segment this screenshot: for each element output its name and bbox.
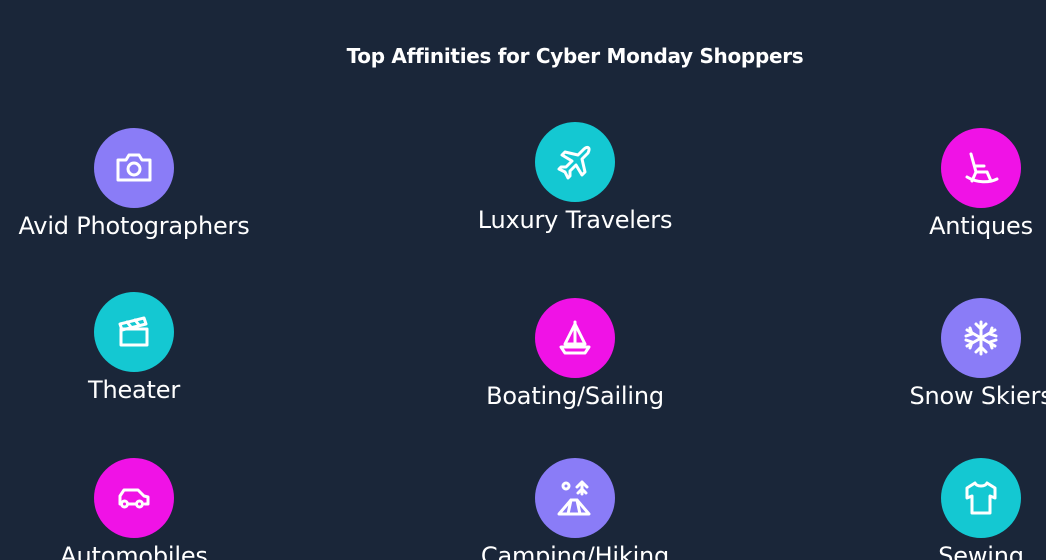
camera-icon bbox=[116, 153, 152, 182]
affinity-label: Avid Photographers bbox=[18, 212, 250, 240]
affinity-item-sewing: Sewing bbox=[841, 458, 1046, 560]
affinity-item-luxury-travelers: Luxury Travelers bbox=[435, 122, 715, 234]
affinity-label: Snow Skiers bbox=[909, 382, 1046, 410]
car-icon bbox=[118, 488, 150, 509]
affinity-item-camping-hiking: Camping/Hiking bbox=[435, 458, 715, 560]
affinity-label: Camping/Hiking bbox=[480, 542, 670, 560]
camera-icon-badge bbox=[94, 128, 174, 208]
affinity-label: Theater bbox=[88, 376, 180, 404]
affinity-item-avid-photographers: Avid Photographers bbox=[0, 128, 274, 240]
affinity-label: Luxury Travelers bbox=[477, 206, 673, 234]
tent-icon bbox=[557, 480, 591, 516]
affinity-label: Sewing bbox=[938, 542, 1024, 560]
affinity-item-theater: Theater bbox=[0, 292, 274, 404]
rocking-chair-icon bbox=[965, 152, 999, 184]
sailboat-icon-badge bbox=[535, 298, 615, 378]
tent-icon-badge bbox=[535, 458, 615, 538]
snowflake-icon-badge bbox=[941, 298, 1021, 378]
affinity-item-boating-sailing: Boating/Sailing bbox=[435, 298, 715, 410]
tshirt-icon bbox=[965, 481, 997, 515]
rocking-chair-icon-badge bbox=[941, 128, 1021, 208]
sailboat-icon bbox=[559, 320, 591, 355]
page-title: Top Affinities for Cyber Monday Shoppers bbox=[346, 44, 804, 68]
airplane-icon-badge bbox=[535, 122, 615, 202]
affinity-label: Antiques bbox=[929, 212, 1033, 240]
affinity-label: Boating/Sailing bbox=[486, 382, 664, 410]
tshirt-icon-badge bbox=[941, 458, 1021, 538]
clapperboard-icon bbox=[118, 316, 149, 347]
car-icon-badge bbox=[94, 458, 174, 538]
snowflake-icon bbox=[964, 320, 998, 356]
clapperboard-icon-badge bbox=[94, 292, 174, 372]
affinity-item-snow-skiers: Snow Skiers bbox=[841, 298, 1046, 410]
airplane-icon bbox=[557, 145, 591, 180]
affinity-item-automobiles: Automobiles bbox=[0, 458, 274, 560]
affinity-label: Automobiles bbox=[60, 542, 208, 560]
affinity-item-antiques: Antiques bbox=[841, 128, 1046, 240]
